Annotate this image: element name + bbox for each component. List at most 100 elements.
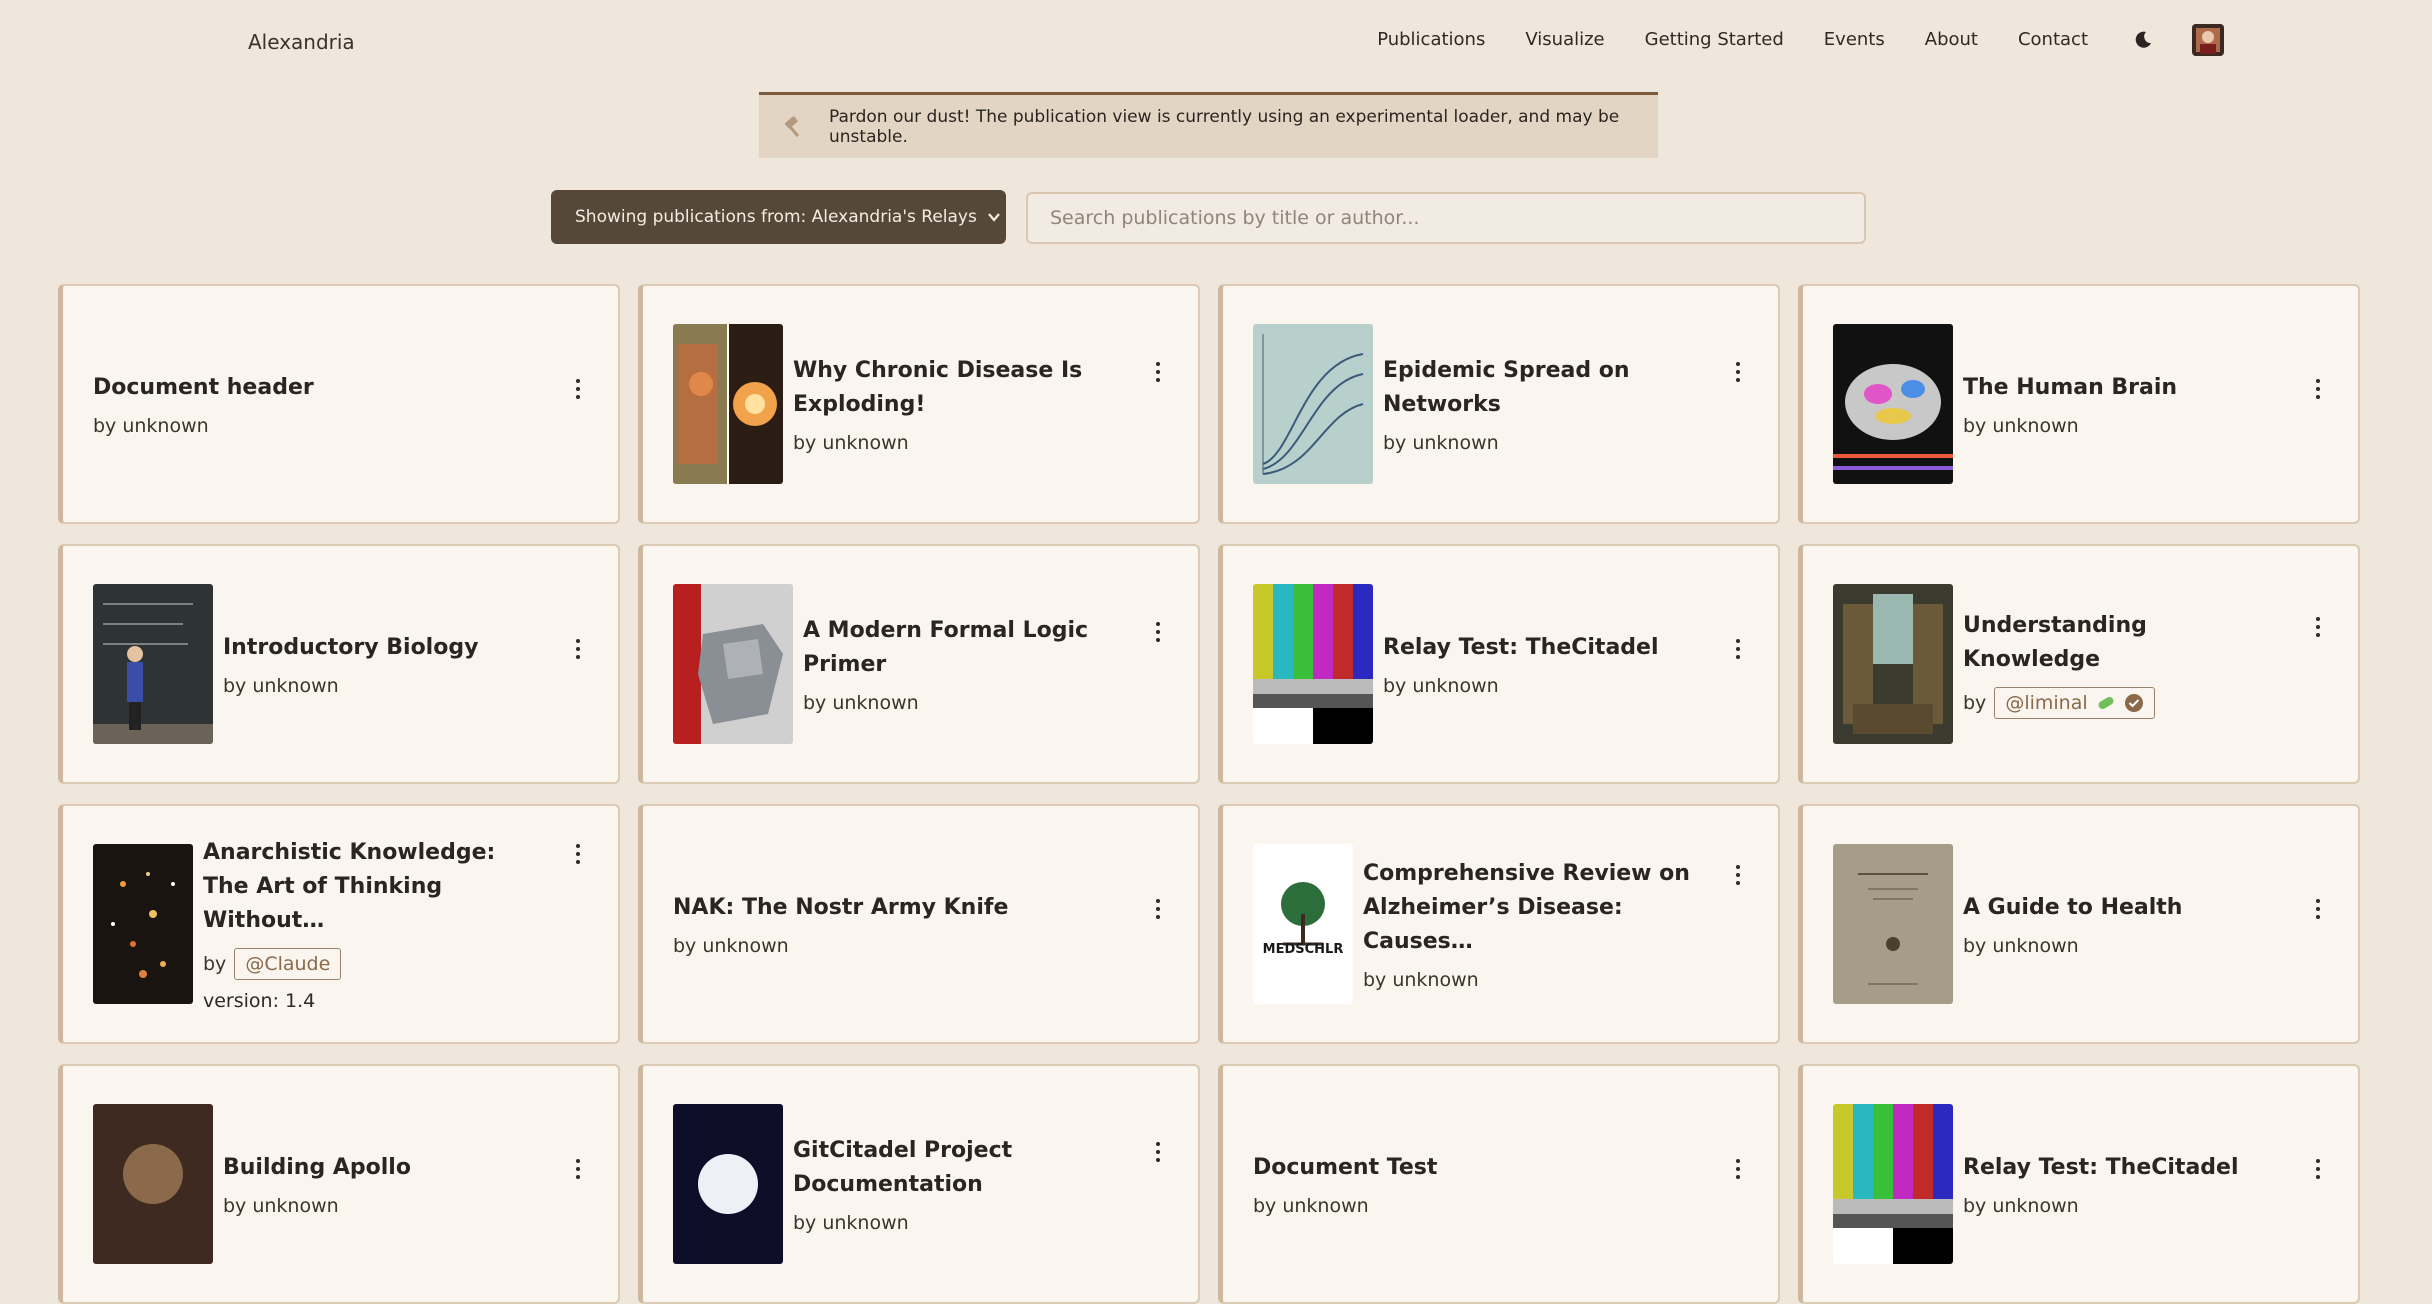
publication-cover-image <box>93 844 193 1004</box>
author-badge[interactable]: @Claude <box>234 948 342 980</box>
author-prefix: by <box>1963 935 1987 957</box>
publication-title[interactable]: Understanding Knowledge <box>1963 609 2288 677</box>
more-options-icon[interactable] <box>1154 362 1162 386</box>
publication-author: by unknown <box>223 1195 548 1217</box>
publication-author: by @Claude <box>203 948 548 980</box>
publication-title[interactable]: Anarchistic Knowledge: The Art of Thinki… <box>203 836 548 938</box>
more-options-icon[interactable] <box>1734 639 1742 663</box>
more-options-icon[interactable] <box>1154 899 1162 923</box>
publication-card[interactable]: Document Test by unknown <box>1218 1064 1780 1304</box>
notice-text: Pardon our dust! The publication view is… <box>829 106 1620 147</box>
more-options-icon[interactable] <box>1734 1159 1742 1183</box>
publication-card[interactable]: The Human Brain by unknown <box>1798 284 2360 524</box>
publication-card[interactable]: Document header by unknown <box>58 284 620 524</box>
publication-info: Epidemic Spread on Networks by unknown <box>1383 286 1708 522</box>
publication-card[interactable]: Why Chronic Disease Is Exploding! by unkno… <box>638 284 1200 524</box>
moon-icon[interactable] <box>2128 25 2158 55</box>
publication-cover-image <box>673 584 793 744</box>
author-prefix: by <box>223 675 247 697</box>
publication-card[interactable]: Anarchistic Knowledge: The Art of Thinki… <box>58 804 620 1044</box>
publication-cover-image <box>1833 584 1953 744</box>
author-prefix: by <box>1963 1195 1987 1217</box>
more-options-icon[interactable] <box>574 844 582 868</box>
publication-cover-image: MEDSCHLR <box>1253 844 1353 1004</box>
publication-card[interactable]: NAK: The Nostr Army Knife by unknown <box>638 804 1200 1044</box>
publication-card[interactable]: Building Apollo by unknown <box>58 1064 620 1304</box>
nav-link-getting-started[interactable]: Getting Started <box>1645 25 1784 55</box>
publication-card[interactable]: A Guide to Health by unknown <box>1798 804 2360 1044</box>
publication-title[interactable]: Relay Test: TheCitadel <box>1383 631 1708 665</box>
author-prefix: by <box>1383 432 1407 454</box>
publication-title[interactable]: Document Test <box>1253 1151 1708 1185</box>
author-name: unknown <box>1392 969 1479 991</box>
publication-info: Why Chronic Disease Is Exploding! by unkno… <box>793 286 1128 522</box>
publication-card[interactable]: MEDSCHLR Comprehensive Review on Alzheime… <box>1218 804 1780 1044</box>
publication-title[interactable]: The Human Brain <box>1963 371 2288 405</box>
publication-title[interactable]: Comprehensive Review on Alzheimer’s Dise… <box>1363 857 1708 959</box>
publication-info: A Modern Formal Logic Primer by unknown <box>803 546 1128 782</box>
author-prefix: by <box>203 953 227 975</box>
nav-link-about[interactable]: About <box>1925 25 1978 55</box>
publication-card[interactable]: Relay Test: TheCitadel by unknown <box>1798 1064 2360 1304</box>
publication-info: GitCitadel Project Documentation by unknow… <box>793 1066 1128 1302</box>
search-input[interactable] <box>1026 192 1866 244</box>
publication-title[interactable]: Relay Test: TheCitadel <box>1963 1151 2288 1185</box>
author-name: unknown <box>822 432 909 454</box>
publication-info: Introductory Biology by unknown <box>223 546 548 782</box>
more-options-icon[interactable] <box>1154 1142 1162 1166</box>
publication-info: Document header by unknown <box>93 286 548 522</box>
relay-filter-button[interactable]: Showing publications from: Alexandria's … <box>551 190 1006 244</box>
author-prefix: by <box>223 1195 247 1217</box>
publication-title[interactable]: NAK: The Nostr Army Knife <box>673 891 1128 925</box>
more-options-icon[interactable] <box>574 379 582 403</box>
author-prefix: by <box>1963 415 1987 437</box>
brand-logo-text[interactable]: Alexandria <box>248 30 355 54</box>
publication-card[interactable]: A Modern Formal Logic Primer by unknown <box>638 544 1200 784</box>
publication-author: by unknown <box>1383 432 1708 454</box>
publication-version: version: 1.4 <box>203 990 316 1012</box>
nav-link-contact[interactable]: Contact <box>2018 25 2088 55</box>
author-name: unknown <box>1412 675 1499 697</box>
publication-title[interactable]: Epidemic Spread on Networks <box>1383 354 1708 422</box>
nav-link-events[interactable]: Events <box>1824 25 1885 55</box>
author-prefix: by <box>1253 1195 1277 1217</box>
user-avatar[interactable] <box>2192 24 2224 56</box>
more-options-icon[interactable] <box>2314 1159 2322 1183</box>
more-options-icon[interactable] <box>2314 899 2322 923</box>
experimental-notice: Pardon our dust! The publication view is… <box>759 92 1658 158</box>
publication-title[interactable]: Document header <box>93 371 548 405</box>
hammer-icon <box>781 114 807 140</box>
more-options-icon[interactable] <box>2314 379 2322 403</box>
author-name: unknown <box>122 415 209 437</box>
author-prefix: by <box>93 415 117 437</box>
publication-card[interactable]: GitCitadel Project Documentation by unknow… <box>638 1064 1200 1304</box>
more-options-icon[interactable] <box>2314 617 2322 641</box>
publication-author: by unknown <box>793 432 1128 454</box>
publication-title[interactable]: A Modern Formal Logic Primer <box>803 614 1128 682</box>
author-prefix: by <box>1383 675 1407 697</box>
publication-title[interactable]: Why Chronic Disease Is Exploding! <box>793 354 1128 422</box>
publication-info: Anarchistic Knowledge: The Art of Thinki… <box>203 806 548 1042</box>
nav-links: Publications Visualize Getting Started E… <box>1337 24 2224 56</box>
author-badge[interactable]: @liminal <box>1994 687 2155 719</box>
publication-card[interactable]: Understanding Knowledge by @liminal <box>1798 544 2360 784</box>
more-options-icon[interactable] <box>574 1159 582 1183</box>
publication-title[interactable]: Introductory Biology <box>223 631 548 665</box>
publication-info: Relay Test: TheCitadel by unknown <box>1383 546 1708 782</box>
more-options-icon[interactable] <box>1734 865 1742 889</box>
publication-author: by unknown <box>803 692 1128 714</box>
publication-card[interactable]: Epidemic Spread on Networks by unknown <box>1218 284 1780 524</box>
nav-link-visualize[interactable]: Visualize <box>1525 25 1604 55</box>
publication-card[interactable]: Relay Test: TheCitadel by unknown <box>1218 544 1780 784</box>
author-name: unknown <box>1992 935 2079 957</box>
publication-title[interactable]: Building Apollo <box>223 1151 548 1185</box>
publication-title[interactable]: GitCitadel Project Documentation <box>793 1134 1128 1202</box>
publication-info: NAK: The Nostr Army Knife by unknown <box>673 806 1128 1042</box>
nav-link-publications[interactable]: Publications <box>1377 25 1485 55</box>
more-options-icon[interactable] <box>1734 362 1742 386</box>
author-name: @Claude <box>245 953 331 975</box>
publication-card[interactable]: Introductory Biology by unknown <box>58 544 620 784</box>
more-options-icon[interactable] <box>574 639 582 663</box>
publication-title[interactable]: A Guide to Health <box>1963 891 2288 925</box>
more-options-icon[interactable] <box>1154 622 1162 646</box>
